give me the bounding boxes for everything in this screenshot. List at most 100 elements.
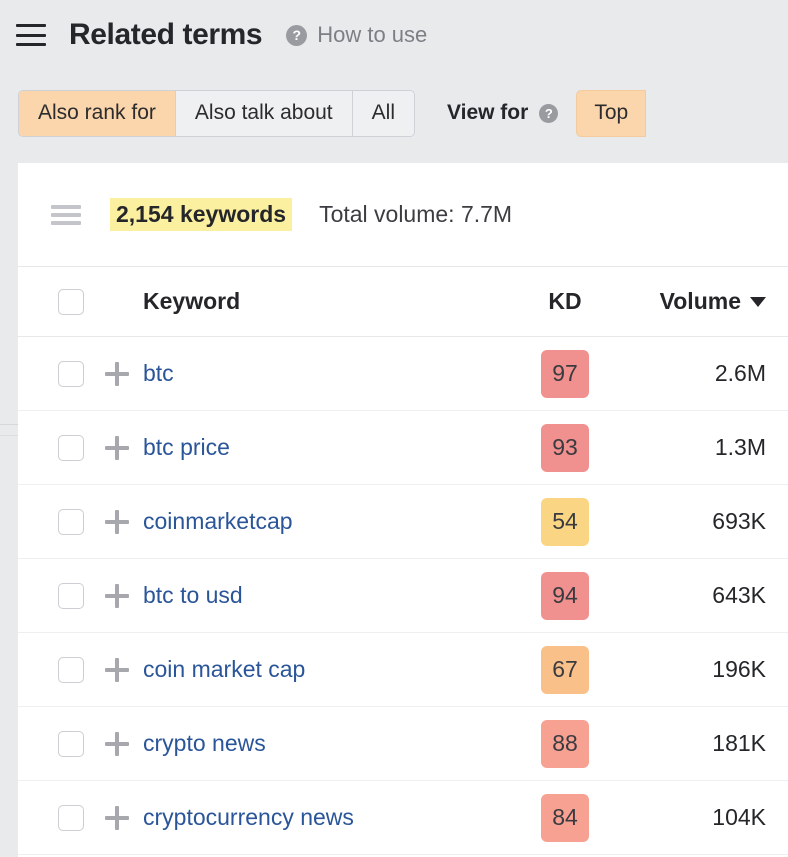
keyword-link[interactable]: cryptocurrency news bbox=[137, 804, 510, 831]
kd-cell: 93 bbox=[510, 424, 620, 472]
add-keyword-cell bbox=[97, 362, 137, 386]
tab-also-talk-about[interactable]: Also talk about bbox=[176, 91, 353, 136]
kd-cell: 84 bbox=[510, 794, 620, 842]
add-keyword-cell bbox=[97, 658, 137, 682]
keyword-count: 2,154 keywords bbox=[110, 198, 292, 231]
kd-badge: 94 bbox=[541, 572, 589, 620]
view-for-top-button[interactable]: Top bbox=[576, 90, 646, 137]
kd-cell: 67 bbox=[510, 646, 620, 694]
add-keyword-cell bbox=[97, 584, 137, 608]
page-header: Related terms ? How to use bbox=[0, 0, 788, 70]
related-terms-mode-segmented-control: Also rank for Also talk about All bbox=[18, 90, 415, 137]
volume-cell: 2.6M bbox=[620, 360, 788, 387]
volume-cell: 643K bbox=[620, 582, 788, 609]
row-checkbox[interactable] bbox=[58, 805, 84, 831]
caret-down-icon bbox=[750, 297, 766, 307]
left-rail-divider-secondary bbox=[0, 435, 18, 436]
column-header-keyword[interactable]: Keyword bbox=[137, 288, 510, 315]
table-body: btc 97 2.6M btc price 93 1.3M coinmarketcap 54 6… bbox=[18, 337, 788, 855]
table-row[interactable]: coin market cap 67 196K bbox=[18, 633, 788, 707]
list-view-icon[interactable] bbox=[51, 205, 81, 225]
row-select-cell bbox=[45, 435, 97, 461]
hamburger-icon[interactable] bbox=[16, 24, 46, 46]
kd-cell: 97 bbox=[510, 350, 620, 398]
add-keyword-cell bbox=[97, 510, 137, 534]
how-to-use-group[interactable]: ? How to use bbox=[286, 22, 427, 48]
list-icon-bar bbox=[51, 221, 81, 225]
table-row[interactable]: cryptocurrency news 84 104K bbox=[18, 781, 788, 855]
add-keyword-cell bbox=[97, 436, 137, 460]
list-icon-bar bbox=[51, 213, 81, 217]
plus-icon[interactable] bbox=[105, 658, 129, 682]
row-select-cell bbox=[45, 509, 97, 535]
kd-cell: 88 bbox=[510, 720, 620, 768]
row-checkbox[interactable] bbox=[58, 731, 84, 757]
keyword-link[interactable]: btc to usd bbox=[137, 582, 510, 609]
hamburger-bar bbox=[16, 34, 46, 37]
kd-cell: 94 bbox=[510, 572, 620, 620]
add-keyword-cell bbox=[97, 806, 137, 830]
kd-badge: 97 bbox=[541, 350, 589, 398]
row-select-cell bbox=[45, 657, 97, 683]
table-row[interactable]: btc 97 2.6M bbox=[18, 337, 788, 411]
results-toolbar: 2,154 keywords Total volume: 7.7M bbox=[18, 163, 788, 267]
select-all-cell bbox=[45, 289, 97, 315]
select-all-checkbox[interactable] bbox=[58, 289, 84, 315]
table-row[interactable]: btc to usd 94 643K bbox=[18, 559, 788, 633]
add-keyword-cell bbox=[97, 732, 137, 756]
column-header-kd[interactable]: KD bbox=[510, 288, 620, 315]
column-header-volume-label: Volume bbox=[660, 288, 741, 315]
plus-icon[interactable] bbox=[105, 510, 129, 534]
row-select-cell bbox=[45, 583, 97, 609]
plus-icon[interactable] bbox=[105, 362, 129, 386]
volume-cell: 181K bbox=[620, 730, 788, 757]
kd-badge: 84 bbox=[541, 794, 589, 842]
view-for-label: View for bbox=[447, 101, 528, 125]
total-volume: Total volume: 7.7M bbox=[319, 201, 512, 228]
help-icon[interactable]: ? bbox=[286, 25, 307, 46]
left-rail-divider bbox=[0, 424, 18, 425]
row-checkbox[interactable] bbox=[58, 509, 84, 535]
kd-badge: 93 bbox=[541, 424, 589, 472]
table-row[interactable]: crypto news 88 181K bbox=[18, 707, 788, 781]
row-checkbox[interactable] bbox=[58, 583, 84, 609]
page-title: Related terms bbox=[69, 18, 262, 52]
hamburger-bar bbox=[16, 43, 46, 46]
view-for-group: View for ? bbox=[447, 101, 558, 125]
tab-all[interactable]: All bbox=[353, 91, 414, 136]
row-select-cell bbox=[45, 361, 97, 387]
keywords-table: Keyword KD Volume btc 97 2.6M btc price 93 1.… bbox=[18, 267, 788, 855]
plus-icon[interactable] bbox=[105, 732, 129, 756]
volume-cell: 104K bbox=[620, 804, 788, 831]
table-header-row: Keyword KD Volume bbox=[18, 267, 788, 337]
row-checkbox[interactable] bbox=[58, 361, 84, 387]
keyword-link[interactable]: btc price bbox=[137, 434, 510, 461]
table-row[interactable]: btc price 93 1.3M bbox=[18, 411, 788, 485]
keyword-link[interactable]: coinmarketcap bbox=[137, 508, 510, 535]
keyword-link[interactable]: coin market cap bbox=[137, 656, 510, 683]
row-select-cell bbox=[45, 731, 97, 757]
column-header-volume[interactable]: Volume bbox=[620, 288, 788, 315]
row-select-cell bbox=[45, 805, 97, 831]
results-card: 2,154 keywords Total volume: 7.7M Keywor… bbox=[18, 163, 788, 857]
kd-badge: 54 bbox=[541, 498, 589, 546]
kd-badge: 88 bbox=[541, 720, 589, 768]
keyword-link[interactable]: crypto news bbox=[137, 730, 510, 757]
plus-icon[interactable] bbox=[105, 436, 129, 460]
tab-also-rank-for[interactable]: Also rank for bbox=[19, 91, 176, 136]
plus-icon[interactable] bbox=[105, 584, 129, 608]
table-row[interactable]: coinmarketcap 54 693K bbox=[18, 485, 788, 559]
filter-bar: Also rank for Also talk about All View f… bbox=[0, 70, 788, 156]
volume-cell: 693K bbox=[620, 508, 788, 535]
row-checkbox[interactable] bbox=[58, 435, 84, 461]
volume-cell: 1.3M bbox=[620, 434, 788, 461]
view-for-help-icon[interactable]: ? bbox=[539, 104, 558, 123]
volume-cell: 196K bbox=[620, 656, 788, 683]
keyword-link[interactable]: btc bbox=[137, 360, 510, 387]
kd-cell: 54 bbox=[510, 498, 620, 546]
hamburger-bar bbox=[16, 24, 46, 27]
plus-icon[interactable] bbox=[105, 806, 129, 830]
row-checkbox[interactable] bbox=[58, 657, 84, 683]
kd-badge: 67 bbox=[541, 646, 589, 694]
how-to-use-link[interactable]: How to use bbox=[317, 22, 427, 48]
